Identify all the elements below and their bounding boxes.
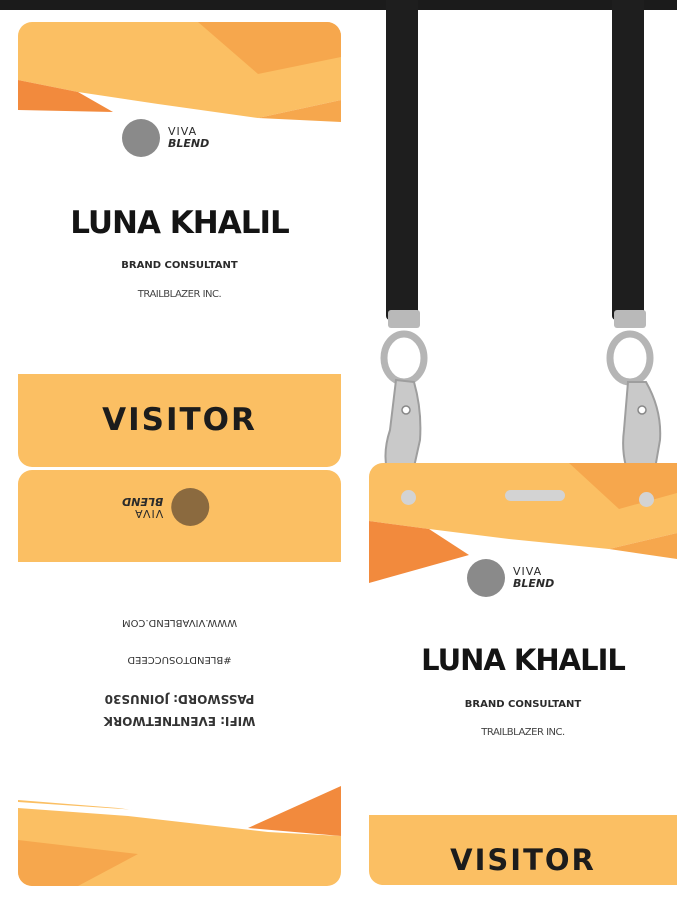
top-bar	[0, 0, 677, 10]
badge-back-card: VIVA BLEND WWW.VIVABLEND.COM #BLENDTOSUC…	[18, 470, 341, 886]
visitor-label: VISITOR	[102, 402, 257, 438]
back-bottom-shapes	[18, 786, 341, 886]
grey-circle-icon	[171, 488, 210, 526]
badge-name: LUNA KHALIL	[70, 205, 290, 241]
grey-circle-icon	[122, 119, 160, 157]
grey-circle-icon	[467, 559, 505, 597]
back-password: PASSWORD: JOINUS30	[104, 692, 255, 706]
lanyard-visitor-label: VISITOR	[450, 843, 596, 877]
lanyard-strap-right	[612, 0, 644, 320]
lanyard-badge-card: VIVA BLEND LUNA KHALIL BRAND CONSULTANT …	[369, 463, 677, 885]
card-slot	[505, 490, 565, 501]
badge-role: BRAND CONSULTANT	[121, 260, 238, 271]
back-brand-logo: VIVA BLEND	[122, 488, 210, 526]
back-brand-line2: BLEND	[122, 495, 164, 508]
back-website: WWW.VIVABLEND.COM	[121, 617, 238, 628]
badge-company: TRAILBLAZER INC.	[137, 289, 222, 300]
lanyard-brand-line2: BLEND	[513, 577, 555, 590]
brand-line2: BLEND	[168, 137, 210, 150]
lanyard-brand-logo: VIVA BLEND	[467, 559, 554, 597]
back-wifi: WIFI: EVENTNETWORK	[103, 714, 256, 728]
lanyard-badge-role: BRAND CONSULTANT	[464, 699, 582, 710]
lanyard-badge-company: TRAILBLAZER INC.	[481, 727, 565, 738]
back-brand-line1: VIVA	[134, 507, 164, 520]
brand-logo: VIVA BLEND	[122, 119, 209, 157]
lanyard-strap-left	[386, 0, 418, 320]
badge-front-card: VIVA BLEND LUNA KHALIL BRAND CONSULTANT …	[18, 22, 341, 467]
card-hole-right	[639, 492, 654, 507]
back-hashtag: #BLENDTOSUCCEED	[127, 654, 232, 665]
lanyard-badge-name: LUNA KHALIL	[421, 643, 626, 677]
card-hole-left	[401, 490, 416, 505]
